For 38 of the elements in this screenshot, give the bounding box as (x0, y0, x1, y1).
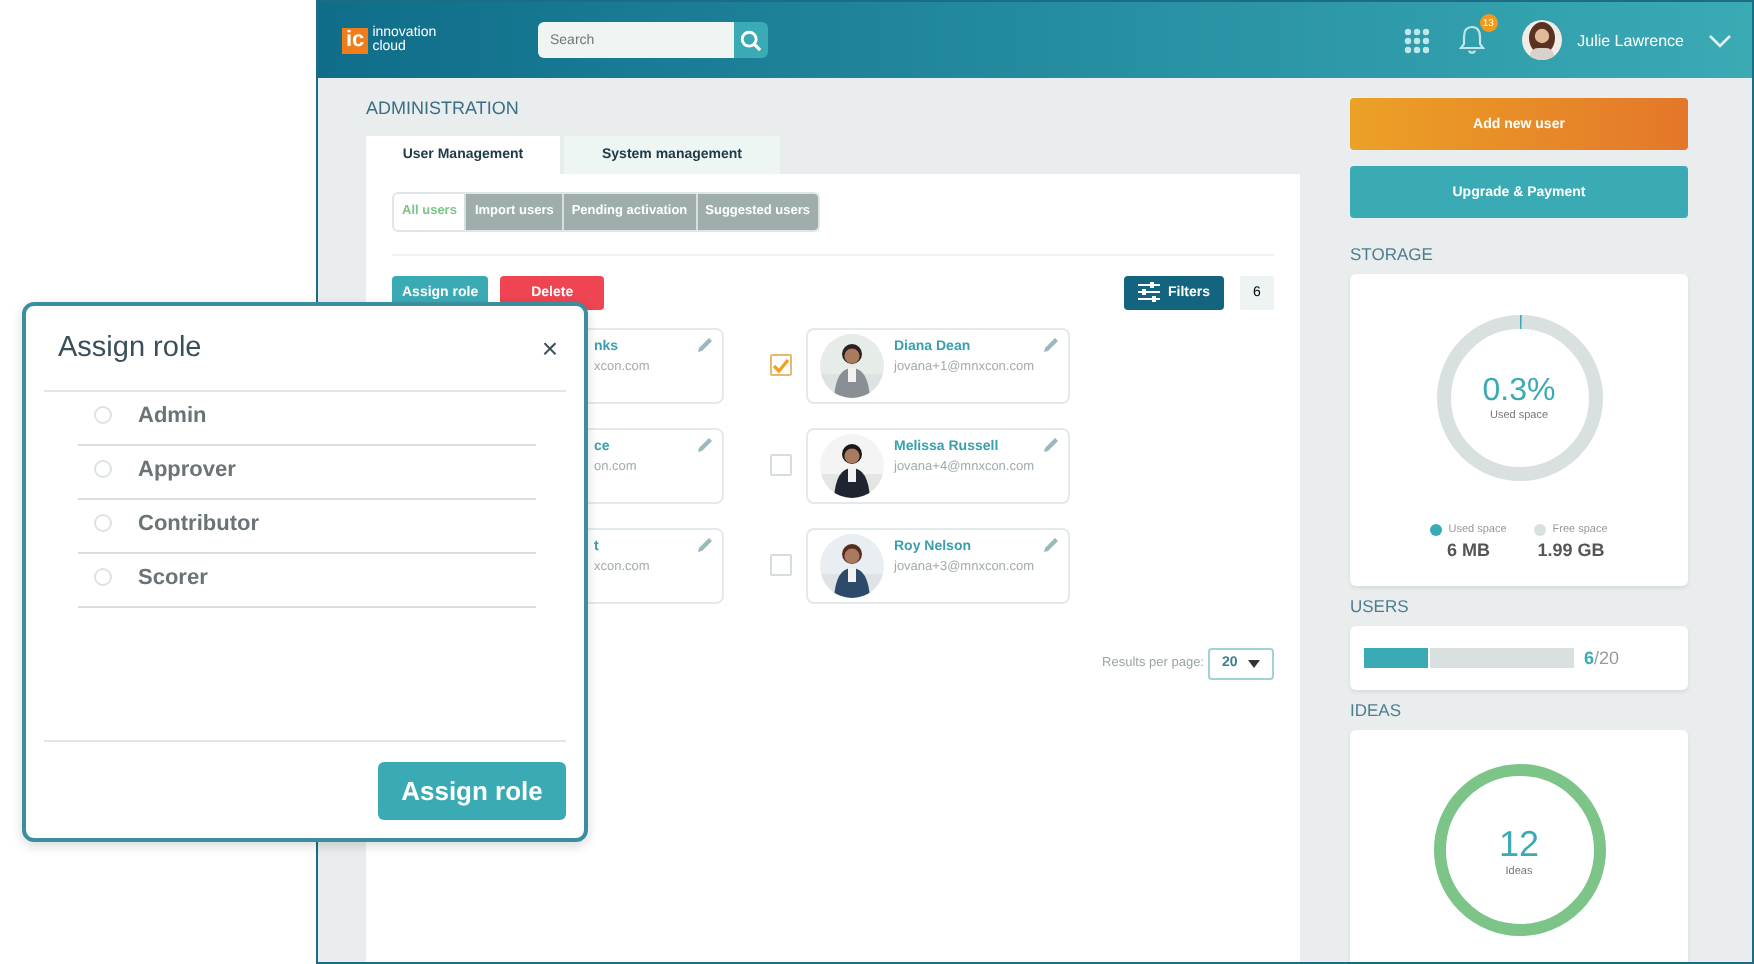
radio-button[interactable] (94, 568, 112, 586)
close-button[interactable]: × (541, 332, 558, 364)
role-option[interactable]: Contributor (78, 500, 536, 554)
search-button[interactable] (734, 22, 768, 58)
role-option[interactable]: Scorer (78, 554, 536, 608)
section-title: IDEAS (1350, 700, 1404, 720)
search-icon (740, 29, 762, 51)
legend-value: 1.99 GB (1537, 540, 1605, 560)
pencil-icon[interactable] (1042, 335, 1060, 353)
caret-icon (1248, 659, 1260, 667)
pencil-icon[interactable] (696, 535, 714, 553)
storage-percent: 0.3% (1482, 374, 1556, 410)
assign-role-button[interactable]: Assign role (378, 761, 566, 819)
pencil-icon[interactable] (696, 335, 714, 353)
section-title: USERS (1350, 596, 1411, 616)
sliders-icon (1137, 282, 1160, 302)
radio-button[interactable] (94, 406, 112, 424)
checkbox[interactable] (770, 454, 792, 476)
section-title: STORAGE (1350, 244, 1435, 264)
legend-value: 6 MB (1446, 540, 1490, 560)
pencil-icon[interactable] (1042, 435, 1060, 453)
logo-mark: ic (342, 27, 369, 53)
chevron-down-icon[interactable] (1708, 33, 1732, 47)
users-count: 6/20 (1584, 648, 1620, 668)
dialog-title: Assign role (58, 332, 202, 364)
radio-button[interactable] (94, 514, 112, 532)
checkbox[interactable] (770, 354, 792, 376)
apps-grid-icon[interactable] (1403, 27, 1430, 53)
role-option[interactable]: Admin (78, 392, 536, 446)
pencil-icon[interactable] (1042, 535, 1060, 553)
ideas-count: 12 (1498, 823, 1540, 865)
bell-icon[interactable] (1457, 24, 1486, 56)
role-option[interactable]: Approver (78, 446, 536, 500)
user-name[interactable]: Julie Lawrence (1577, 31, 1684, 49)
page-title: ADMINISTRATION (366, 98, 521, 122)
checkbox[interactable] (770, 554, 792, 576)
radio-button[interactable] (94, 460, 112, 478)
pencil-icon[interactable] (696, 435, 714, 453)
